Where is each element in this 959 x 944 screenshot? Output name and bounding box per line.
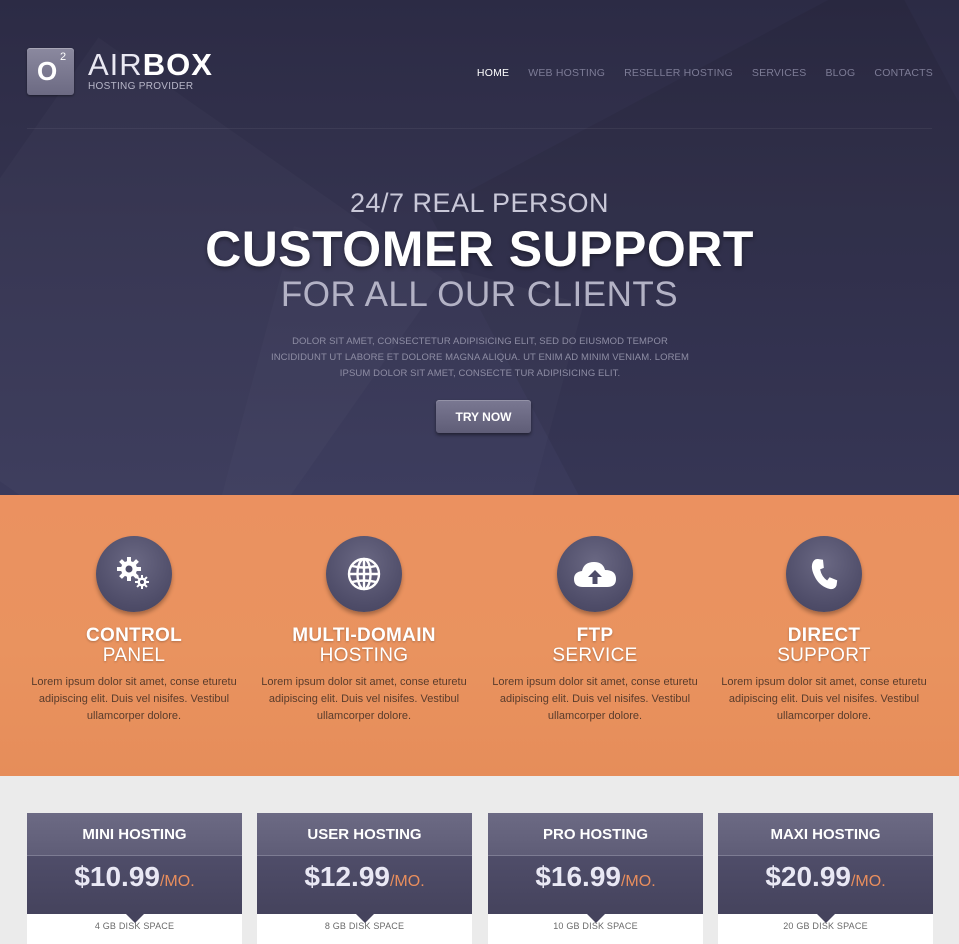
- plan-price: $10.99/MO.: [27, 856, 242, 914]
- nav-item-services[interactable]: SERVICES: [752, 67, 807, 79]
- feature-subtitle: HOSTING: [319, 645, 409, 666]
- plan-feature: 20 GB DISK SPACE: [783, 921, 868, 931]
- try-now-button[interactable]: TRY NOW: [436, 400, 531, 433]
- brand-tagline: HOSTING PROVIDER: [88, 81, 194, 92]
- plan-card-user[interactable]: USER HOSTING $12.99/MO. 8 GB DISK SPACE: [257, 813, 472, 944]
- plan-name: PRO HOSTING: [488, 813, 703, 856]
- plan-price-amount: $12.99: [304, 861, 390, 892]
- feature-title: DIRECT: [787, 625, 861, 646]
- feature-title: FTP: [576, 625, 614, 646]
- header-divider: [27, 128, 932, 129]
- logo-icon[interactable]: O 2: [27, 48, 74, 95]
- logo-superscript: 2: [60, 51, 67, 63]
- features-section: CONTROL PANEL Lorem ipsum dolor sit amet…: [0, 495, 959, 776]
- hero-kicker: 24/7 REAL PERSON: [349, 188, 610, 218]
- plan-name: MINI HOSTING: [27, 813, 242, 856]
- plan-price-amount: $10.99: [74, 861, 160, 892]
- hero-section: O 2 AIRBOX HOSTING PROVIDER HOME WEB HOS…: [0, 0, 959, 495]
- plan-price-amount: $16.99: [535, 861, 621, 892]
- plan-price: $12.99/MO.: [257, 856, 472, 914]
- hero-title: CUSTOMER SUPPORT: [205, 221, 754, 277]
- feature-title: CONTROL: [85, 625, 183, 646]
- plan-price-period: /MO.: [850, 873, 886, 890]
- plan-name: MAXI HOSTING: [718, 813, 933, 856]
- plan-card-maxi[interactable]: MAXI HOSTING $20.99/MO. 20 GB DISK SPACE: [718, 813, 933, 944]
- nav-item-contacts[interactable]: CONTACTS: [874, 67, 933, 79]
- plan-price-period: /MO.: [159, 873, 195, 890]
- plan-card-mini[interactable]: MINI HOSTING $10.99/MO. 4 GB DISK SPACE: [27, 813, 242, 944]
- plan-feature: 8 GB DISK SPACE: [324, 921, 405, 931]
- plan-price-period: /MO.: [620, 873, 656, 890]
- feature-subtitle: SERVICE: [552, 645, 638, 666]
- hero-subtitle: FOR ALL OUR CLIENTS: [280, 275, 679, 314]
- brand-name-thin: AIR: [88, 47, 143, 82]
- feature-text: Lorem ipsum dolor sit amet, conse eturet…: [31, 676, 237, 722]
- feature-title: MULTI-DOMAIN: [292, 625, 436, 646]
- nav-item-reseller-hosting[interactable]: RESELLER HOSTING: [624, 67, 733, 79]
- brand-name-bold: BOX: [142, 47, 213, 82]
- plan-price: $16.99/MO.: [488, 856, 703, 914]
- hero-description: DOLOR SIT AMET, CONSECTETUR ADIPISICING …: [270, 336, 689, 379]
- plan-feature: 4 GB DISK SPACE: [94, 921, 175, 931]
- cloud-upload-icon[interactable]: [557, 536, 633, 612]
- plan-feature: 10 GB DISK SPACE: [553, 921, 638, 931]
- nav-item-web-hosting[interactable]: WEB HOSTING: [528, 67, 605, 79]
- plan-price: $20.99/MO.: [718, 856, 933, 914]
- nav-item-blog[interactable]: BLOG: [825, 67, 855, 79]
- feature-subtitle: PANEL: [102, 645, 166, 666]
- main-nav: HOME WEB HOSTING RESELLER HOSTING SERVIC…: [477, 67, 933, 79]
- logo-letter: O: [37, 56, 58, 86]
- plan-price-period: /MO.: [389, 873, 425, 890]
- gears-icon[interactable]: [96, 536, 172, 612]
- nav-item-home[interactable]: HOME: [477, 67, 509, 79]
- plan-name: USER HOSTING: [257, 813, 472, 856]
- feature-text: Lorem ipsum dolor sit amet, conse eturet…: [721, 676, 927, 722]
- globe-icon[interactable]: [326, 536, 402, 612]
- feature-text: Lorem ipsum dolor sit amet, conse eturet…: [261, 676, 467, 722]
- feature-text: Lorem ipsum dolor sit amet, conse eturet…: [492, 676, 698, 722]
- phone-icon[interactable]: [786, 536, 862, 612]
- feature-subtitle: SUPPORT: [777, 645, 871, 666]
- plan-price-amount: $20.99: [765, 861, 851, 892]
- brand-name[interactable]: AIRBOX: [88, 48, 213, 82]
- plan-card-pro[interactable]: PRO HOSTING $16.99/MO. 10 GB DISK SPACE: [488, 813, 703, 944]
